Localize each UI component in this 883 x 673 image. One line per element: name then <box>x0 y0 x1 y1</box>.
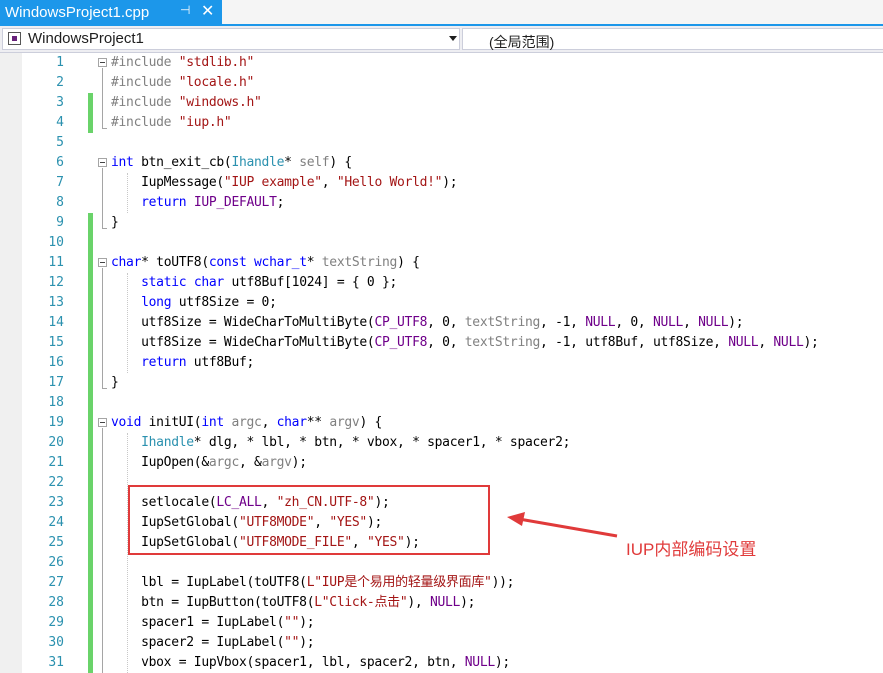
document-tab[interactable]: WindowsProject1.cpp ⊣ ✕ <box>0 0 222 24</box>
code-line[interactable]: #include "stdlib.h" <box>111 53 254 73</box>
indent-guide <box>127 273 128 373</box>
line-number: 27 <box>48 575 64 590</box>
line-number: 7 <box>56 175 64 190</box>
annotation-highlight-box <box>128 485 490 555</box>
code-line[interactable]: return IUP_DEFAULT; <box>111 193 284 213</box>
line-number: 10 <box>48 235 64 250</box>
line-number: 30 <box>48 635 64 650</box>
fold-toggle-icon[interactable] <box>98 58 107 67</box>
line-number: 22 <box>48 475 64 490</box>
line-number: 2 <box>56 75 64 90</box>
fold-end <box>102 388 107 389</box>
code-line[interactable]: spacer1 = IupLabel(""); <box>111 613 314 633</box>
document-tab-bar: WindowsProject1.cpp ⊣ ✕ <box>0 0 883 26</box>
code-editor[interactable]: 1 2 3 4 5 6 7 8 9 10 11 12 13 14 15 16 17 18 19 20 21 22 23 24 2… <box>0 53 883 673</box>
line-number: 13 <box>48 295 64 310</box>
fold-end <box>102 228 107 229</box>
line-number: 24 <box>48 515 64 530</box>
line-number: 14 <box>48 315 64 330</box>
code-line[interactable]: int btn_exit_cb(Ihandle* self) { <box>111 153 352 173</box>
code-line[interactable]: spacer2 = IupLabel(""); <box>111 633 314 653</box>
code-line[interactable]: void initUI(int argc, char** argv) { <box>111 413 382 433</box>
line-number: 20 <box>48 435 64 450</box>
project-name: WindowsProject1 <box>28 30 144 47</box>
code-line[interactable]: static char utf8Buf[1024] = { 0 }; <box>111 273 397 293</box>
code-line[interactable]: lbl = IupLabel(toUTF8(L"IUP是个易用的轻量级界面库")… <box>111 573 514 593</box>
code-line[interactable]: utf8Size = WideCharToMultiByte(CP_UTF8, … <box>111 333 819 353</box>
fold-guide <box>102 168 103 228</box>
fold-toggle-icon[interactable] <box>98 158 107 167</box>
line-number: 29 <box>48 615 64 630</box>
scope-name: (全局范围) <box>489 34 555 50</box>
code-line[interactable]: } <box>111 373 119 393</box>
fold-guide <box>102 68 103 128</box>
fold-toggle-icon[interactable] <box>98 418 107 427</box>
line-number: 26 <box>48 555 64 570</box>
line-number: 12 <box>48 275 64 290</box>
line-number: 5 <box>56 135 64 150</box>
close-icon[interactable]: ✕ <box>201 1 214 21</box>
indent-guide <box>127 173 128 213</box>
code-line[interactable]: vbox = IupVbox(spacer1, lbl, spacer2, bt… <box>111 653 510 673</box>
code-line[interactable]: } <box>111 213 119 233</box>
line-number: 28 <box>48 595 64 610</box>
line-number: 25 <box>48 535 64 550</box>
code-line[interactable]: long utf8Size = 0; <box>111 293 277 313</box>
line-number: 11 <box>48 255 64 270</box>
line-number: 23 <box>48 495 64 510</box>
line-number: 31 <box>48 655 64 670</box>
code-line[interactable]: utf8Size = WideCharToMultiByte(CP_UTF8, … <box>111 313 744 333</box>
navigation-bar: WindowsProject1 (全局范围) <box>0 26 883 53</box>
line-number: 18 <box>48 395 64 410</box>
fold-end <box>102 128 107 129</box>
line-number: 3 <box>56 95 64 110</box>
line-number: 8 <box>56 195 64 210</box>
fold-toggle-icon[interactable] <box>98 258 107 267</box>
line-number: 6 <box>56 155 64 170</box>
chevron-down-icon[interactable] <box>449 36 457 41</box>
tab-title: WindowsProject1.cpp <box>5 3 150 21</box>
code-line[interactable]: char* toUTF8(const wchar_t* textString) … <box>111 253 420 273</box>
code-line[interactable]: return utf8Buf; <box>111 353 254 373</box>
code-line[interactable]: IupMessage("IUP example", "Hello World!"… <box>111 173 457 193</box>
line-number: 19 <box>48 415 64 430</box>
fold-guide <box>102 428 103 673</box>
annotation-arrow-icon <box>507 512 618 538</box>
selection-margin[interactable] <box>0 53 22 673</box>
changed-line-marker <box>88 93 93 133</box>
code-line[interactable]: #include "locale.h" <box>111 73 254 93</box>
pin-icon[interactable]: ⊣ <box>180 3 190 17</box>
line-number: 1 <box>56 55 64 70</box>
line-number: 17 <box>48 375 64 390</box>
line-number: 9 <box>56 215 64 230</box>
code-line[interactable]: #include "windows.h" <box>111 93 262 113</box>
fold-guide <box>102 268 103 388</box>
project-dropdown[interactable]: WindowsProject1 <box>2 28 460 50</box>
code-line[interactable]: Ihandle* dlg, * lbl, * btn, * vbox, * sp… <box>111 433 570 453</box>
changed-line-marker <box>88 213 93 673</box>
code-line[interactable]: IupOpen(&argc, &argv); <box>111 453 307 473</box>
line-number: 21 <box>48 455 64 470</box>
scope-dropdown[interactable]: (全局范围) <box>462 28 883 50</box>
project-icon <box>8 32 21 45</box>
annotation-label: IUP内部编码设置 <box>626 540 757 559</box>
line-number: 4 <box>56 115 64 130</box>
line-number: 15 <box>48 335 64 350</box>
line-number: 16 <box>48 355 64 370</box>
code-line[interactable]: btn = IupButton(toUTF8(L"Click-点击"), NUL… <box>111 593 475 613</box>
code-line[interactable]: #include "iup.h" <box>111 113 232 133</box>
